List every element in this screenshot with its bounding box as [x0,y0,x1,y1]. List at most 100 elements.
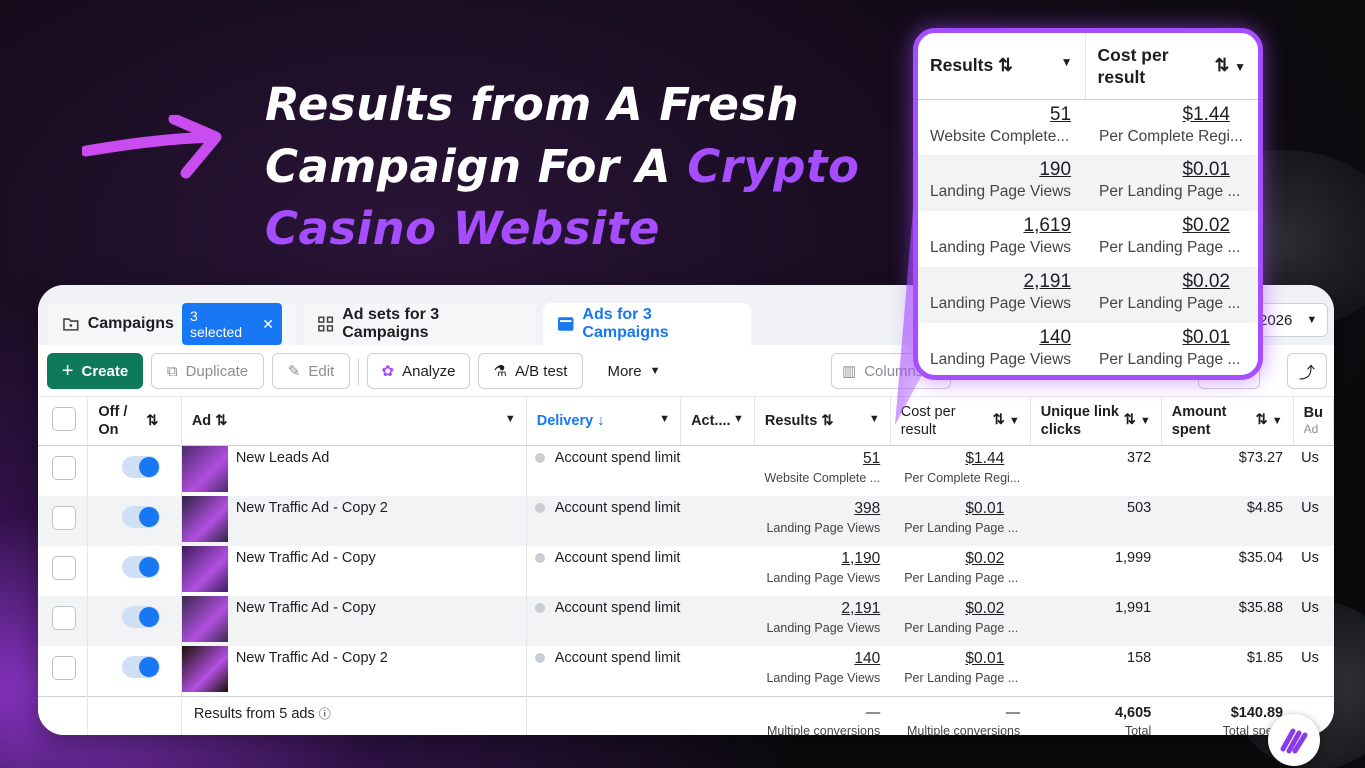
chevron-down-icon[interactable]: ▼ [505,413,516,429]
results-value[interactable]: 2,191 [841,600,880,617]
close-icon[interactable]: ✕ [262,316,274,333]
header-amount[interactable]: Amount spent ⇅ ▼ [1161,397,1294,446]
headline: Results from A Fresh Campaign For A Cryp… [265,74,885,260]
toggle-switch[interactable] [122,655,161,678]
header-results[interactable]: Results ⇅ ▼ [754,397,891,446]
chevron-down-icon[interactable]: ▼ [1140,415,1151,427]
cost-value[interactable]: $0.01 [904,500,1004,518]
ad-name[interactable]: New Traffic Ad - Copy [236,550,376,566]
sort-down-icon[interactable]: ↓ [597,413,604,429]
unique-value: 503 [1127,499,1152,516]
create-button[interactable]: + Create [47,353,143,389]
sort-icon[interactable]: ⇅ [821,413,833,429]
cost-value[interactable]: $0.01 [904,650,1004,668]
header-bu[interactable]: Bu Ad [1293,397,1334,446]
row-toggle-cell [87,545,182,596]
toggle-switch[interactable] [122,455,161,478]
toggle-switch[interactable] [122,505,161,528]
chevron-down-icon[interactable]: ▼ [1272,415,1283,427]
ad-thumbnail[interactable] [181,545,228,592]
cost-value[interactable]: $0.02 [904,600,1004,618]
headline-line3: Casino Website [265,202,660,255]
gear-icon: ✿ [381,363,395,380]
select-all-checkbox[interactable] [52,406,76,431]
footer-amount-sub: Total spent [1222,723,1284,736]
chevron-down-icon[interactable]: ▼ [659,413,670,429]
header-cost[interactable]: Cost per result ⇅ ▼ [890,397,1031,446]
edit-button[interactable]: ✎ Edit [272,353,350,389]
bu-value: Us [1301,449,1319,466]
results-value[interactable]: 398 [854,500,880,517]
toggle-switch[interactable] [122,555,161,578]
header-delivery-label: Delivery [536,412,594,429]
callout-header-cost[interactable]: Cost per result ⇅ ▼ [1085,33,1258,100]
tab-adsets-label: Ad sets for 3 Campaigns [342,306,440,341]
sort-icon[interactable]: ⇅ [1124,412,1136,428]
ab-test-button[interactable]: ⚗ A/B test [478,353,583,389]
export-chart-button[interactable]: ⤴ [1287,353,1327,389]
ad-thumbnail[interactable] [181,645,228,692]
arrow-icon [82,115,222,179]
callout-results-cell: 190 Landing Page Views [918,155,1086,211]
callout-results-value[interactable]: 1,619 [930,215,1072,237]
sort-icon[interactable]: ⇅ [215,413,227,429]
results-value[interactable]: 51 [863,450,880,467]
callout-cost-value[interactable]: $0.02 [1099,215,1244,237]
analyze-button[interactable]: ✿ Analyze [367,353,470,389]
callout-cost-value[interactable]: $0.01 [1099,327,1244,349]
callout-results-value[interactable]: 51 [930,104,1071,126]
row-unique-cell: 1,991 [1030,595,1162,646]
row-results-cell: 51 Website Complete ... [754,445,890,496]
callout-results-value[interactable]: 2,191 [930,271,1072,293]
row-checkbox[interactable] [52,455,76,480]
callout-header-results[interactable]: Results ⇅ ▼ [918,33,1086,100]
tab-ads[interactable]: Ads for 3 Campaigns [543,303,751,345]
header-offon[interactable]: Off / On ⇅ [87,397,182,446]
ad-thumbnail[interactable] [181,445,228,492]
callout-row: 1,619 Landing Page Views $0.02 Per Landing… [918,211,1258,267]
row-checkbox[interactable] [52,505,76,530]
sort-icon[interactable]: ⇅ [146,412,158,430]
cost-value[interactable]: $1.44 [904,450,1004,468]
ad-name[interactable]: New Traffic Ad - Copy 2 [236,500,388,516]
chevron-down-icon[interactable]: ▼ [869,413,880,429]
callout-cost-value[interactable]: $0.01 [1099,159,1244,181]
ad-thumbnail[interactable] [181,595,228,642]
callout-results-value[interactable]: 190 [930,159,1071,181]
cost-value[interactable]: $0.02 [904,550,1004,568]
callout-cost-value[interactable]: $0.02 [1099,271,1244,293]
sort-icon[interactable]: ⇅ [998,55,1013,75]
header-delivery[interactable]: Delivery ↓ ▼ [526,397,682,446]
selected-badge[interactable]: 3 selected ✕ [181,303,282,345]
results-sub: Landing Page Views [766,570,881,585]
row-checkbox[interactable] [52,555,76,580]
row-checkbox[interactable] [52,655,76,680]
row-results-cell: 398 Landing Page Views [754,495,891,546]
chevron-down-icon[interactable]: ▼ [1234,60,1246,74]
ad-thumbnail[interactable] [181,495,228,542]
callout-results-value[interactable]: 140 [930,327,1071,349]
info-icon[interactable]: ⓘ [319,707,331,721]
chevron-down-icon[interactable]: ▼ [1061,55,1073,76]
chevron-down-icon[interactable]: ▼ [1009,415,1020,427]
duplicate-button[interactable]: ⧉ Duplicate [151,353,264,389]
results-value[interactable]: 1,190 [841,550,880,567]
sort-icon[interactable]: ⇅ [1256,412,1268,428]
toggle-switch[interactable] [122,605,161,628]
tab-adsets[interactable]: Ad sets for 3 Campaigns [303,303,536,345]
ad-name[interactable]: New Traffic Ad - Copy [236,600,376,616]
sort-icon[interactable]: ⇅ [1215,55,1230,75]
sort-icon[interactable]: ⇅ [993,412,1005,428]
results-value[interactable]: 140 [854,650,880,667]
ad-name[interactable]: New Traffic Ad - Copy 2 [236,650,388,666]
table-row: New Traffic Ad - Copy Account spend limi… [38,595,1334,646]
more-button[interactable]: More ▼ [598,353,670,389]
row-checkbox[interactable] [52,605,76,630]
chevron-down-icon[interactable]: ▼ [733,413,744,429]
ad-name[interactable]: New Leads Ad [236,450,330,466]
header-actions[interactable]: Act.... ▼ [680,397,755,446]
header-ad[interactable]: Ad ⇅ ▼ [181,397,527,446]
callout-cost-value[interactable]: $1.44 [1099,104,1244,126]
header-unique[interactable]: Unique link clicks ⇅ ▼ [1030,397,1162,446]
tab-campaigns[interactable]: Campaigns 3 selected ✕ [48,303,296,345]
